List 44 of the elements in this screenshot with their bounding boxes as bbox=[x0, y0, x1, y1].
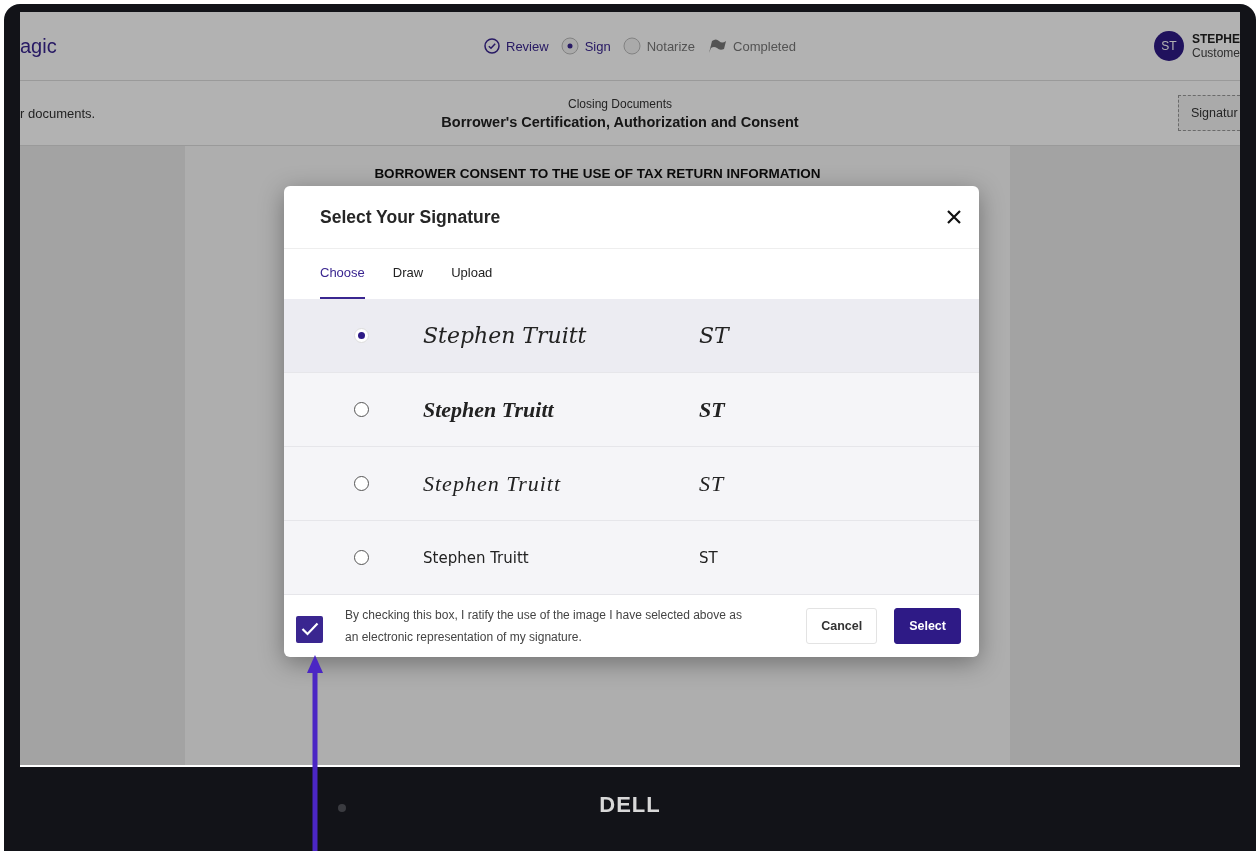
user-name: STEPHE bbox=[1191, 32, 1240, 46]
consent-checkbox[interactable] bbox=[296, 615, 323, 643]
document-heading: BORROWER CONSENT TO THE USE OF TAX RETURN INFORMATION bbox=[373, 166, 822, 181]
signature-initials: ST bbox=[699, 323, 729, 348]
app-logo: agic bbox=[20, 34, 57, 58]
user-avatar[interactable]: ST bbox=[1153, 31, 1184, 61]
signature-initials: ST bbox=[699, 396, 725, 423]
user-role: Custome bbox=[1191, 46, 1240, 60]
flag-icon bbox=[707, 38, 728, 54]
check-circle-icon bbox=[484, 38, 500, 54]
signature-name: Stephen Truitt bbox=[423, 548, 530, 567]
consent-text: By checking this box, I ratify the use of the image I have selected above as an electronic representation of my signature. bbox=[345, 607, 743, 646]
instruction-text: r documents. bbox=[20, 105, 96, 121]
radio-button[interactable] bbox=[354, 402, 369, 417]
power-light bbox=[338, 804, 346, 812]
signature-initials: ST bbox=[699, 470, 725, 497]
signature-button[interactable]: Signatur bbox=[1178, 95, 1240, 131]
circle-icon bbox=[622, 37, 641, 55]
close-icon[interactable] bbox=[947, 210, 961, 224]
radio-button[interactable] bbox=[354, 550, 369, 565]
step-label: Sign bbox=[584, 38, 611, 54]
dialog-tab[interactable]: Draw bbox=[392, 249, 424, 299]
step-label: Notarize bbox=[646, 38, 696, 54]
signature-name: Stephen Truitt bbox=[423, 396, 555, 423]
monitor-logo: DELL bbox=[599, 792, 661, 818]
signature-option[interactable]: Stephen Truitt ST bbox=[284, 373, 979, 447]
signature-name: Stephen Truitt bbox=[423, 470, 563, 497]
radio-button[interactable] bbox=[354, 476, 369, 491]
signature-name: Stephen Truitt bbox=[423, 323, 588, 348]
signature-initials: ST bbox=[699, 548, 718, 567]
document-title: Borrower's Certification, Authorization and Consent bbox=[440, 113, 800, 130]
signature-option[interactable]: Stephen Truitt ST bbox=[284, 299, 979, 373]
select-button[interactable]: Select bbox=[894, 608, 961, 644]
cancel-button[interactable]: Cancel bbox=[806, 608, 878, 644]
signature-option[interactable]: Stephen Truitt ST bbox=[284, 521, 979, 595]
step-label: Review bbox=[506, 38, 549, 54]
dialog-tab[interactable]: Upload bbox=[451, 249, 493, 299]
step-label: Completed bbox=[733, 38, 796, 54]
signature-option[interactable]: Stephen Truitt ST bbox=[284, 447, 979, 521]
radio-dot-icon bbox=[560, 37, 579, 55]
section-label: Closing Documents bbox=[566, 96, 673, 111]
check-icon bbox=[300, 622, 319, 636]
arrow-icon bbox=[307, 655, 323, 851]
dialog-title: Select Your Signature bbox=[320, 206, 502, 228]
